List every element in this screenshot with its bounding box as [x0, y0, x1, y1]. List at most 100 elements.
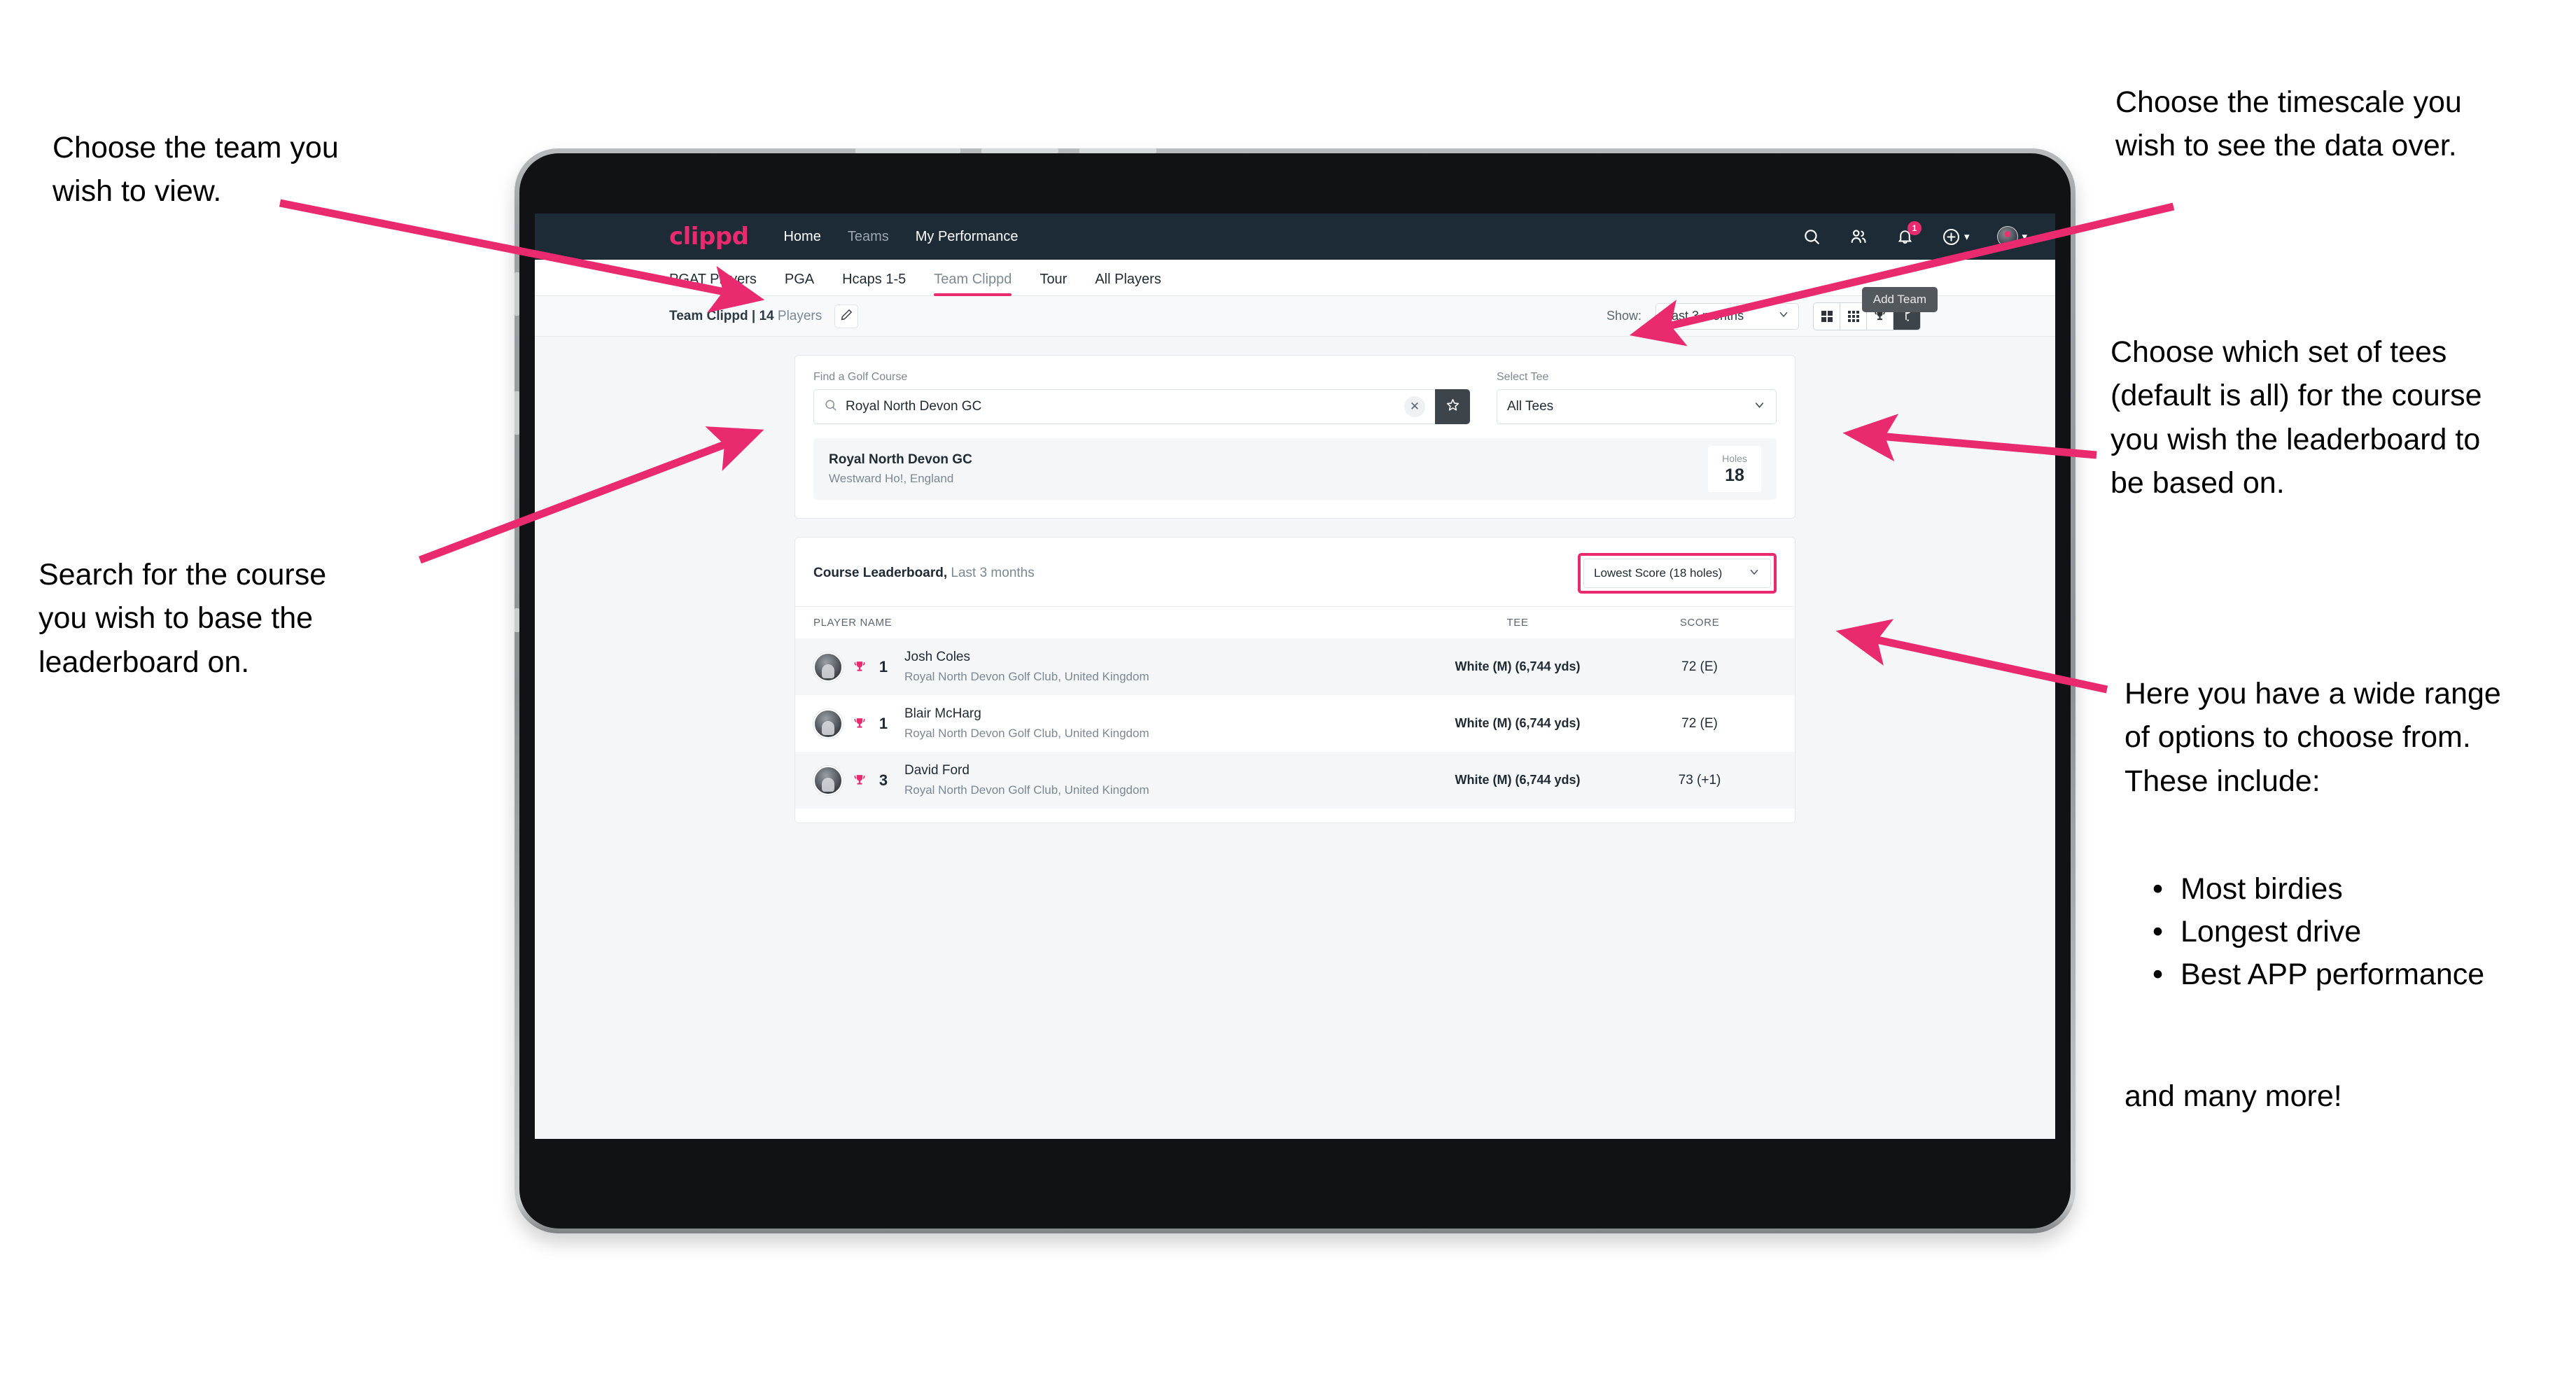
leaderboard-sort-value: Lowest Score (18 holes) [1594, 566, 1723, 580]
course-search-input-group: Royal North Devon GC ✕ [813, 389, 1470, 424]
player-rank: 1 [878, 714, 888, 732]
player-tee: White (M) (6,744 yds) [1455, 716, 1581, 730]
search-icon[interactable] [1802, 227, 1821, 246]
trophy-icon [853, 659, 867, 675]
player-name: Blair McHarg [904, 706, 981, 721]
clippd-logo[interactable]: clippd [669, 223, 749, 251]
player-cell: 1 Blair McHarg Royal North Devon Golf Cl… [813, 706, 1413, 741]
chevron-down-icon[interactable]: ▾ [2022, 230, 2027, 243]
player-cell: 3 David Ford Royal North Devon Golf Club… [813, 763, 1413, 797]
close-icon[interactable]: ✕ [1404, 396, 1425, 417]
chevron-down-icon[interactable]: ▾ [1964, 230, 1970, 243]
timescale-select[interactable]: Last 3 months [1656, 302, 1799, 330]
bell-icon[interactable]: 1 [1896, 221, 1921, 246]
list-item: • Longest drive [2152, 911, 2576, 953]
nav-link-home[interactable]: Home [783, 229, 820, 245]
player-score: 72 (E) [1681, 715, 1718, 731]
table-row[interactable]: 3 David Ford Royal North Devon Golf Club… [795, 752, 1795, 808]
table-row[interactable]: 1 Josh Coles Royal North Devon Golf Club… [795, 638, 1795, 695]
chevron-down-icon [1753, 398, 1766, 416]
search-input-value: Royal North Devon GC [846, 399, 982, 414]
tee-field-label: Select Tee [1497, 371, 1549, 383]
player-name: David Ford [904, 763, 969, 778]
leaderboard-title: Course Leaderboard, Last 3 months [813, 566, 1035, 581]
chevron-down-icon [1748, 566, 1760, 582]
player-score: 72 (E) [1681, 659, 1718, 674]
table-row[interactable]: 1 Blair McHarg Royal North Devon Golf Cl… [795, 695, 1795, 752]
player-tee: White (M) (6,744 yds) [1455, 773, 1581, 787]
team-player-count: 14 [759, 308, 774, 323]
team-tabs: PGAT Players PGA Hcaps 1-5 Team Clippd T… [535, 260, 2055, 312]
tee-select[interactable]: All Tees [1497, 389, 1777, 424]
team-subheader: Team Clippd | 14 Players Show: Last 3 mo… [535, 296, 2055, 337]
player-rank: 3 [878, 771, 888, 789]
leaderboard-header: Course Leaderboard, Last 3 months Lowest… [795, 538, 1795, 606]
annotation-options-intro: Here you have a wide range of options to… [2124, 677, 2501, 798]
search-input[interactable]: Royal North Devon GC ✕ [813, 389, 1435, 424]
annotation-choose-timescale: Choose the timescale you wish to see the… [2115, 85, 2462, 163]
player-info: David Ford Royal North Devon Golf Club, … [904, 763, 1149, 797]
leaderboard-column-headers: PLAYER NAME TEE SCORE [795, 606, 1795, 638]
bullet-label: Most birdies [2180, 872, 2343, 906]
course-search-row: Find a Golf Course Royal North Devon GC … [813, 371, 1777, 424]
leaderboard-title-sub: Last 3 months [947, 566, 1035, 580]
people-icon[interactable] [1849, 227, 1868, 246]
grid-large-icon[interactable] [1814, 302, 1840, 330]
leaderboard-title-main: Course Leaderboard, [813, 566, 948, 580]
leaderboard-sort-select[interactable]: Lowest Score (18 holes) [1583, 559, 1771, 588]
team-title: Team Clippd | 14 Players [669, 309, 822, 324]
search-icon [824, 398, 837, 415]
avatar [813, 765, 843, 795]
annotation-choose-team: Choose the team you wish to view. [52, 131, 339, 209]
course-leaderboard-card: Course Leaderboard, Last 3 months Lowest… [794, 537, 1795, 823]
nav-link-my-performance[interactable]: My Performance [916, 229, 1018, 245]
column-header-player-name: PLAYER NAME [813, 617, 892, 629]
notification-badge: 1 [1907, 221, 1921, 235]
tab-pga[interactable]: PGA [785, 272, 814, 295]
trophy-icon [853, 773, 867, 788]
show-label: Show: [1606, 309, 1642, 323]
tee-select-field: Select Tee All Tees [1497, 371, 1777, 424]
tab-pgat-players[interactable]: PGAT Players [669, 272, 757, 295]
tab-tour[interactable]: Tour [1040, 272, 1067, 295]
add-team-tooltip: Add Team [1861, 287, 1938, 312]
column-header-tee: TEE [1506, 617, 1529, 629]
player-name: Josh Coles [904, 650, 970, 664]
bullet-icon: • [2152, 872, 2164, 906]
player-info: Blair McHarg Royal North Devon Golf Club… [904, 706, 1149, 741]
tablet-device-frame: clippd Home Teams My Performance 1 ▾ ▾ P… [514, 148, 2076, 1233]
bullet-icon: • [2152, 958, 2164, 992]
list-item: • Best APP performance [2152, 953, 2576, 996]
screenshot-root: Choose the team you wish to view. Search… [0, 0, 2576, 1386]
avatar-image [1997, 226, 2019, 247]
avatar [813, 652, 843, 682]
course-result-name: Royal North Devon GC [829, 452, 972, 467]
plus-circle-icon[interactable]: ▾ [1942, 227, 1970, 246]
edit-team-button[interactable] [834, 304, 859, 328]
avatar[interactable]: ▾ [1997, 226, 2027, 247]
chevron-down-icon [1777, 308, 1790, 324]
tab-all-players[interactable]: All Players [1095, 272, 1161, 295]
tab-team-clippd[interactable]: Team Clippd [934, 272, 1012, 296]
holes-label: Holes [1722, 452, 1747, 464]
pencil-icon [840, 308, 853, 325]
course-result-location: Westward Ho!, England [829, 472, 954, 485]
course-field-label: Find a Golf Course [813, 371, 908, 383]
nav-link-teams[interactable]: Teams [848, 229, 889, 245]
team-title-name: Team Clippd | [669, 308, 760, 323]
favorite-button[interactable] [1435, 389, 1470, 424]
course-result-row[interactable]: Royal North Devon GC Westward Ho!, Engla… [813, 438, 1777, 500]
leaderboard-sort-highlight: Lowest Score (18 holes) [1578, 553, 1777, 594]
tab-hcaps-1-5[interactable]: Hcaps 1-5 [842, 272, 906, 295]
holes-value: 18 [1725, 465, 1744, 485]
avatar [813, 708, 843, 738]
player-club: Royal North Devon Golf Club, United King… [904, 727, 1149, 740]
page-body: Find a Golf Course Royal North Devon GC … [535, 337, 2055, 823]
player-cell: 1 Josh Coles Royal North Devon Golf Club… [813, 650, 1413, 684]
annotation-choose-tees: Choose which set of tees (default is all… [2110, 335, 2482, 500]
player-tee: White (M) (6,744 yds) [1455, 659, 1581, 673]
device-button-side-3 [514, 608, 519, 632]
team-player-suffix: Players [774, 308, 822, 323]
device-button-side-1 [514, 272, 519, 316]
nav-actions: 1 ▾ ▾ [1802, 221, 2027, 247]
